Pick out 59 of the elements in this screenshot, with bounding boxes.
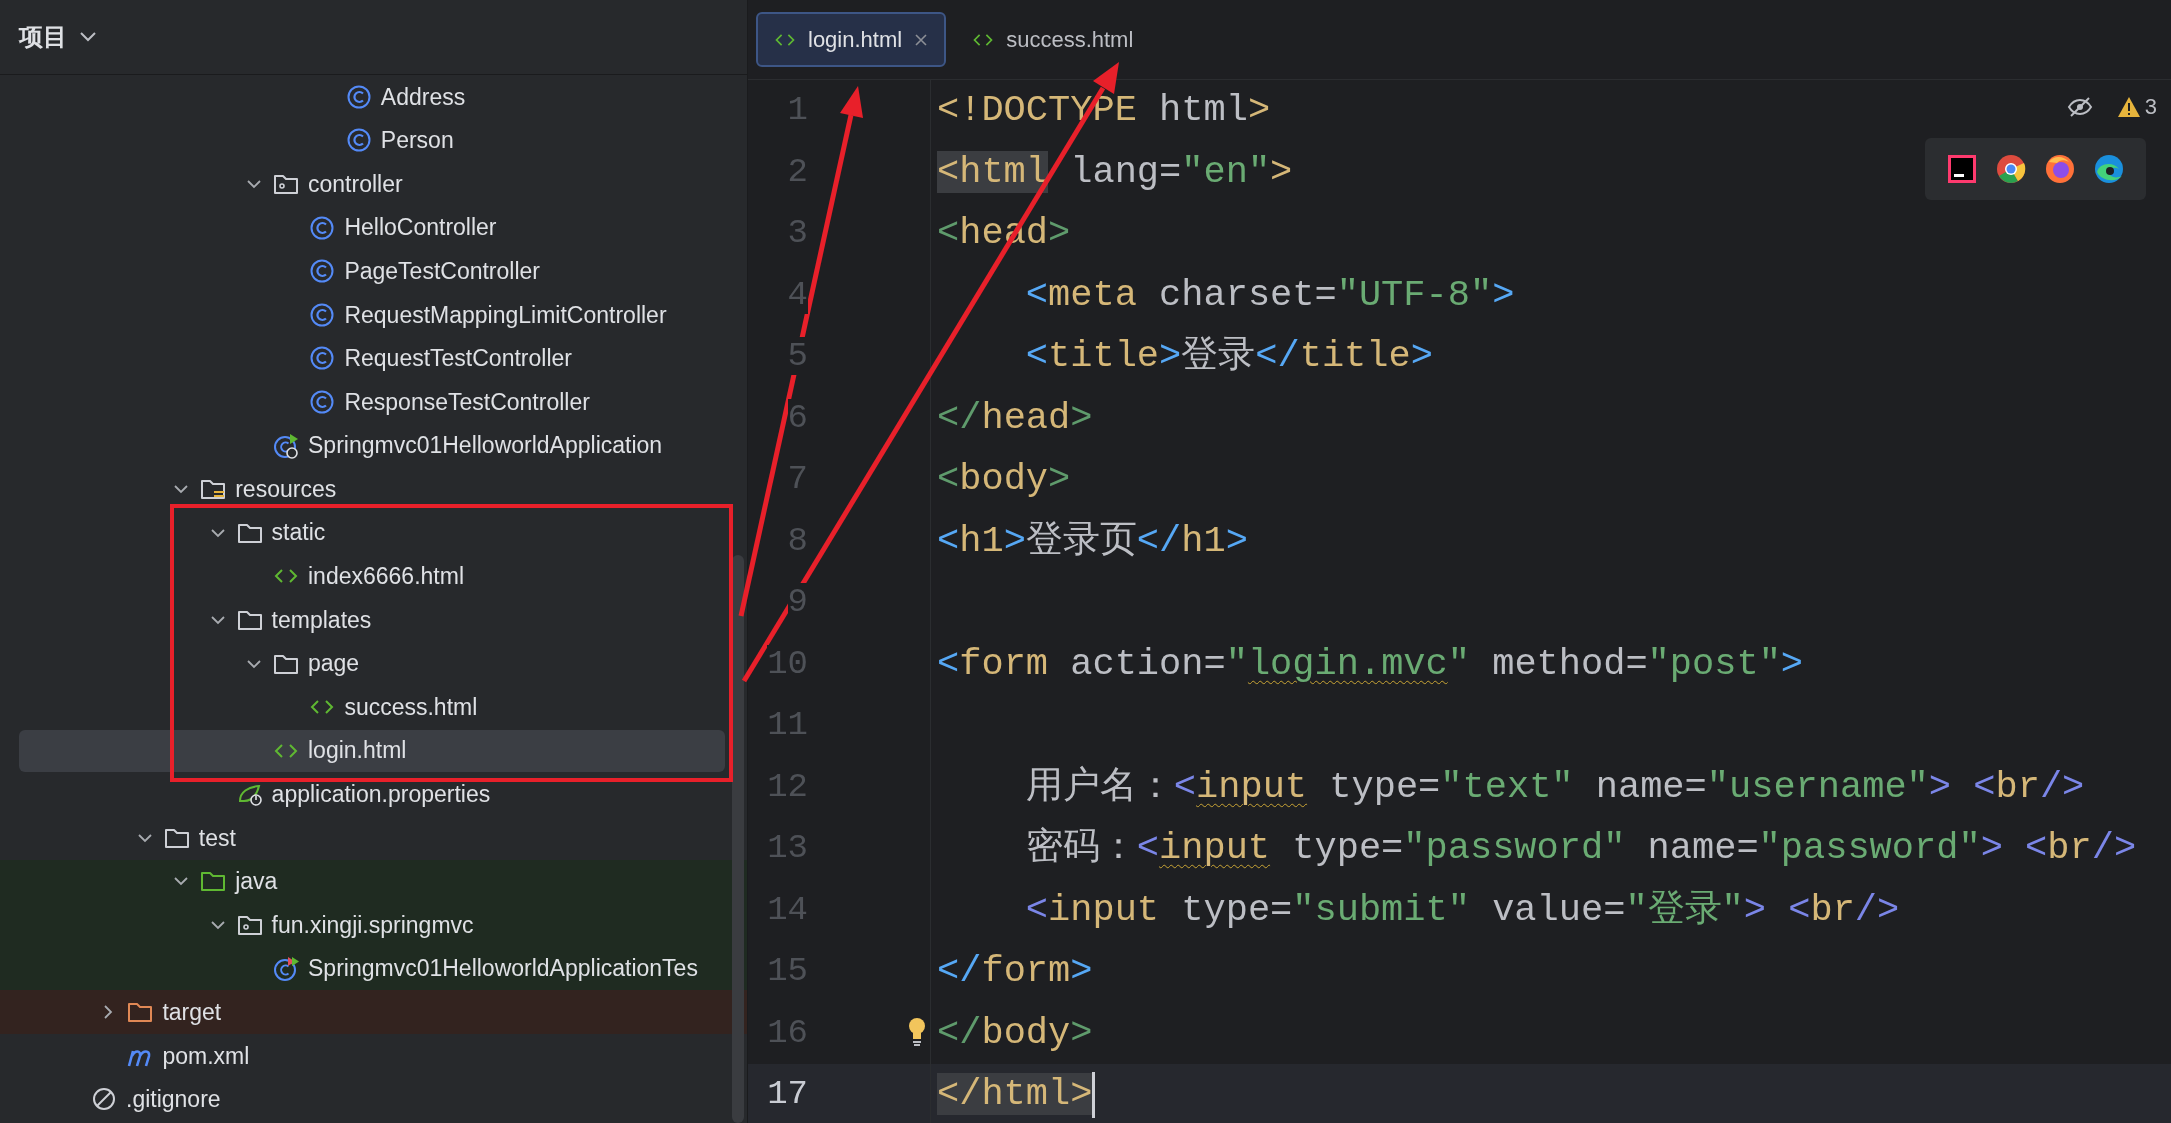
tree-item[interactable]: ResponseTestController — [344, 384, 590, 420]
tree-item[interactable]: login.html — [308, 733, 407, 768]
ignore-file-icon — [91, 1086, 117, 1113]
warning-icon[interactable] — [2116, 95, 2141, 118]
tree-item[interactable]: index6666.html — [308, 559, 464, 594]
tree-item[interactable]: resources — [235, 471, 337, 507]
tree-item[interactable]: page — [308, 646, 360, 681]
class-icon — [309, 258, 336, 285]
code-line: 密码：<input type="password" name="password"> <br/> — [1024, 826, 2137, 871]
code-line: <meta charset="UTF-8"> — [1024, 272, 1515, 318]
code-line: </form> — [937, 949, 1093, 994]
class-run-icon — [273, 432, 299, 459]
panel-title[interactable]: 项目 — [19, 19, 67, 55]
tree-item[interactable]: application.properties — [271, 777, 491, 812]
code-line: <form action="login.mvc" method="post"> — [937, 641, 1804, 687]
code-line: <h1>登录页</h1> — [937, 518, 1248, 564]
chevron-down-icon[interactable] — [79, 31, 97, 43]
tree-item[interactable]: RequestTestController — [344, 341, 572, 376]
scrollbar[interactable] — [732, 555, 744, 1123]
tree-item[interactable]: templates — [271, 602, 372, 638]
tree-item[interactable]: static — [271, 515, 326, 550]
tree-item[interactable]: Person — [380, 123, 454, 158]
class-icon — [309, 345, 336, 372]
tree-item[interactable]: target — [162, 995, 222, 1030]
code-line: <input type="submit" value="登录"> <br/> — [1024, 887, 1900, 933]
class-icon — [345, 127, 372, 154]
class-icon — [309, 388, 336, 415]
browser-icon[interactable] — [2094, 154, 2125, 184]
tree-item[interactable]: PageTestController — [344, 253, 540, 289]
code-line: <html lang="en"> — [937, 149, 1293, 195]
browser-icon[interactable] — [2045, 154, 2076, 184]
tree-item[interactable]: controller — [308, 166, 403, 202]
tree-item[interactable]: Springmvc01HelloworldApplication — [308, 428, 663, 463]
tree-item[interactable]: .gitignore — [126, 1082, 221, 1117]
code-line: <title>登录</title> — [1024, 334, 1433, 379]
lightbulb-icon[interactable] — [907, 1016, 927, 1047]
tree-item[interactable]: java — [235, 864, 278, 899]
close-icon[interactable] — [914, 32, 929, 47]
code-line: </head> — [937, 395, 1093, 441]
test-class-icon — [273, 955, 299, 982]
class-icon — [309, 301, 336, 328]
class-icon — [345, 83, 372, 110]
code-line: </body> — [937, 1010, 1093, 1056]
tree-item[interactable]: Address — [380, 79, 466, 115]
tree-item[interactable]: RequestMappingLimitController — [344, 297, 667, 332]
warning-count[interactable]: 3 — [2144, 90, 2157, 123]
code-line: <body> — [937, 457, 1071, 502]
editor-tab[interactable]: login.html — [756, 12, 947, 67]
code-line: 用户名：<input type="text" name="username"> <br/> — [1024, 764, 2085, 810]
tree-item[interactable]: success.html — [344, 689, 478, 725]
tree-item[interactable]: HelloController — [344, 210, 497, 245]
tree-item[interactable]: test — [198, 820, 236, 856]
hide-icon[interactable] — [2066, 95, 2093, 118]
editor-tab[interactable]: success.html — [954, 12, 1152, 67]
ide-icon[interactable] — [1946, 154, 1977, 184]
text-caret — [1092, 1071, 1096, 1118]
class-icon — [309, 214, 336, 241]
browser-icon[interactable] — [1995, 154, 2026, 184]
tree-item[interactable]: pom.xml — [162, 1038, 250, 1074]
